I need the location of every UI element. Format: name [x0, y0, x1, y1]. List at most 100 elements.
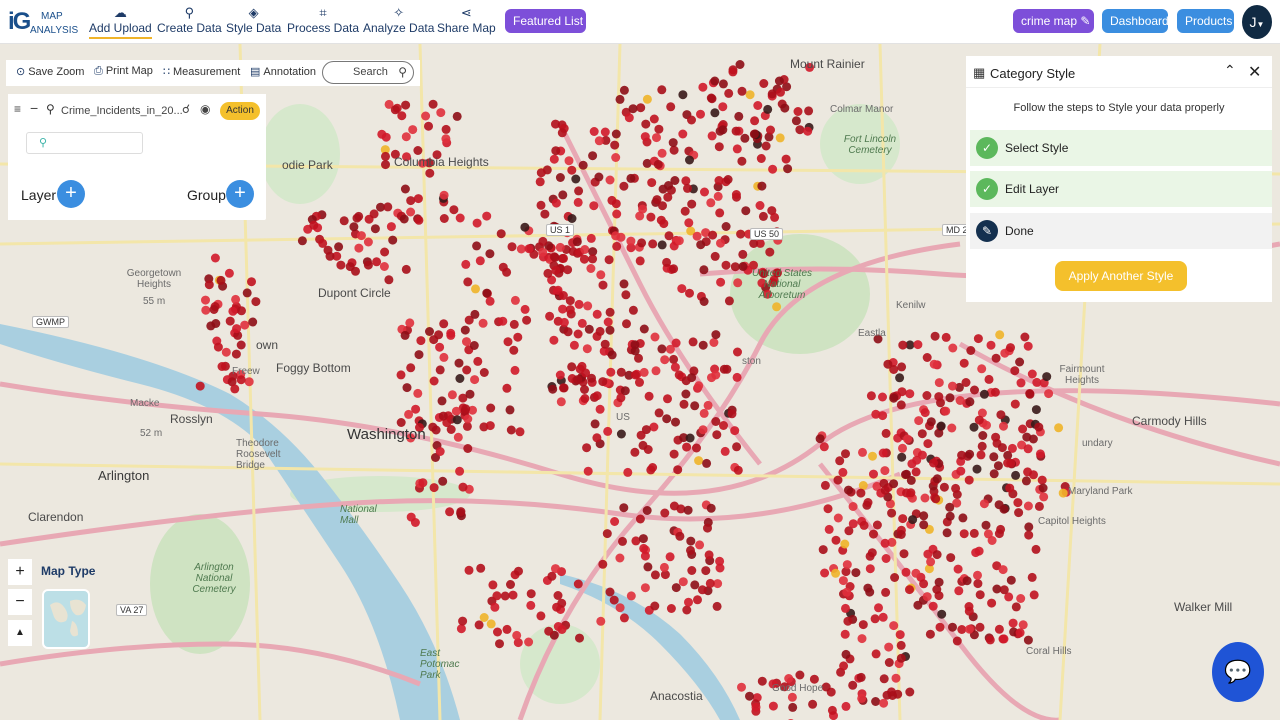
search-icon: ⚲ — [398, 65, 407, 79]
crime-incident-point — [809, 674, 819, 684]
print-map-button[interactable]: ⎙ Print Map — [94, 65, 153, 78]
crime-incident-point — [857, 634, 867, 644]
dashboard-button[interactable]: Dashboard — [1102, 9, 1169, 33]
drag-handle-icon[interactable]: ≡ — [14, 102, 21, 116]
toolbar-share-map[interactable]: ⋖ Share Map — [437, 5, 496, 35]
app-logo[interactable]: iG MAP ANALYSIS — [8, 6, 80, 38]
action-button[interactable]: Action — [220, 102, 260, 120]
crime-incident-point — [558, 291, 568, 300]
ruler-icon: ∷ — [163, 66, 170, 78]
crime-incident-point — [462, 337, 471, 347]
crime-incident-point — [954, 586, 964, 596]
crime-incident-point — [610, 140, 620, 150]
map-type-thumbnail[interactable] — [42, 589, 90, 649]
crime-incident-point — [640, 132, 650, 142]
apply-another-style-button[interactable]: Apply Another Style — [1055, 261, 1187, 291]
crime-incident-point — [768, 679, 778, 689]
crime-incident-point — [698, 425, 708, 435]
crime-incident-point — [482, 288, 492, 298]
crime-incident-point — [961, 378, 971, 387]
crime-incident-point — [400, 184, 410, 194]
crime-incident-point — [1029, 590, 1039, 600]
map-name-button[interactable]: crime map ✎ — [1013, 9, 1094, 33]
save-zoom-button[interactable]: ⊙ Save Zoom — [16, 65, 84, 78]
collapse-icon[interactable]: − — [30, 100, 38, 116]
step-edit-layer[interactable]: ✓ Edit Layer — [970, 171, 1272, 207]
crime-incident-point — [506, 425, 516, 435]
crime-incident-point — [723, 175, 733, 184]
crime-incident-point — [902, 488, 911, 498]
add-group-button[interactable]: + — [226, 180, 254, 208]
crime-incident-point — [605, 307, 615, 317]
crime-incident-point — [589, 127, 599, 136]
crime-incident-point — [455, 213, 465, 223]
user-avatar[interactable]: J▼ — [1242, 5, 1272, 39]
panel-title: Category Style — [990, 66, 1076, 81]
crime-incident-point — [605, 175, 615, 185]
toolbar-add-upload[interactable]: ☁ Add Upload — [89, 5, 152, 39]
toolbar-analyze-data[interactable]: ✧ Analyze Data — [363, 5, 434, 35]
crime-incident-point — [839, 661, 849, 671]
layer-name[interactable]: Crime_Incidents_in_20... — [61, 105, 183, 117]
toolbar-create-data[interactable]: ⚲ Create Data — [157, 5, 222, 35]
zoom-out-button[interactable]: − — [8, 589, 32, 615]
crime-incident-point — [649, 114, 659, 124]
crime-incident-point — [936, 421, 946, 431]
crime-incident-point — [929, 458, 938, 468]
crime-incident-point — [898, 443, 907, 453]
crime-incident-point — [618, 536, 627, 546]
crime-incident-point — [502, 383, 512, 393]
crime-incident-point — [737, 682, 746, 692]
zoom-to-layer-icon[interactable]: ☌ — [182, 102, 190, 116]
crime-incident-point — [428, 422, 438, 432]
crime-incident-point — [890, 573, 900, 582]
chat-icon: 💬 — [1224, 659, 1252, 684]
crime-incident-point — [780, 682, 789, 692]
layer-row[interactable]: ≡ − ⚲ Crime_Incidents_in_20... ☌ ◉ Actio… — [14, 100, 264, 122]
crime-incident-point — [934, 577, 944, 587]
crime-incident-point — [990, 387, 1000, 397]
category-style-panel: ▦ Category Style ⌃ ✕ Follow the steps to… — [966, 56, 1272, 302]
crime-incident-point — [644, 391, 654, 401]
featured-list-button[interactable]: Featured List — [505, 9, 586, 33]
print-map-label: Print Map — [105, 65, 153, 77]
crime-incident-point — [971, 548, 981, 558]
step-select-style[interactable]: ✓ Select Style — [970, 130, 1272, 166]
crime-incident-point — [1010, 366, 1020, 376]
crime-incident-point — [1025, 389, 1035, 399]
crime-incident-point — [795, 670, 805, 680]
search-input[interactable]: Search ⚲ — [322, 61, 414, 84]
measurement-button[interactable]: ∷ Measurement — [163, 65, 240, 78]
chat-support-button[interactable]: 💬 — [1212, 642, 1264, 702]
close-icon[interactable]: ✕ — [1248, 62, 1261, 82]
toolbar-style-data[interactable]: ◈ Style Data — [226, 5, 281, 35]
products-button[interactable]: Products — [1177, 9, 1234, 33]
crime-incident-point — [685, 433, 695, 443]
north-arrow-button[interactable]: ▲ — [8, 620, 32, 646]
crime-incident-point — [848, 680, 858, 690]
crime-incident-point — [213, 342, 223, 352]
toolbar-process-data[interactable]: ⌗ Process Data — [287, 5, 359, 35]
layer-color-input[interactable]: ⚲ — [26, 132, 143, 154]
crime-incident-point — [906, 475, 916, 485]
add-layer-button[interactable]: + — [57, 180, 85, 208]
visibility-eye-icon[interactable]: ◉ — [200, 102, 210, 116]
crime-incident-point — [1008, 618, 1018, 628]
crime-incident-point — [657, 344, 667, 354]
crime-incident-point — [456, 507, 466, 517]
crime-incident-point — [390, 105, 400, 115]
crime-incident-point — [701, 566, 711, 576]
crime-incident-point — [401, 264, 411, 274]
crime-incident-point — [210, 253, 220, 263]
crime-incident-point — [240, 320, 250, 330]
crime-incident-point — [1027, 572, 1037, 582]
collapse-chevron-icon[interactable]: ⌃ — [1224, 62, 1236, 79]
step-done[interactable]: ✎ Done — [970, 213, 1272, 249]
crime-incident-point — [821, 682, 831, 692]
crime-incident-point — [377, 129, 387, 139]
crime-incident-point — [751, 702, 761, 712]
annotation-button[interactable]: ▤ Annotation — [250, 65, 316, 78]
crime-incident-point — [945, 511, 955, 521]
zoom-in-button[interactable]: + — [8, 559, 32, 585]
crime-incident-point — [956, 466, 966, 476]
